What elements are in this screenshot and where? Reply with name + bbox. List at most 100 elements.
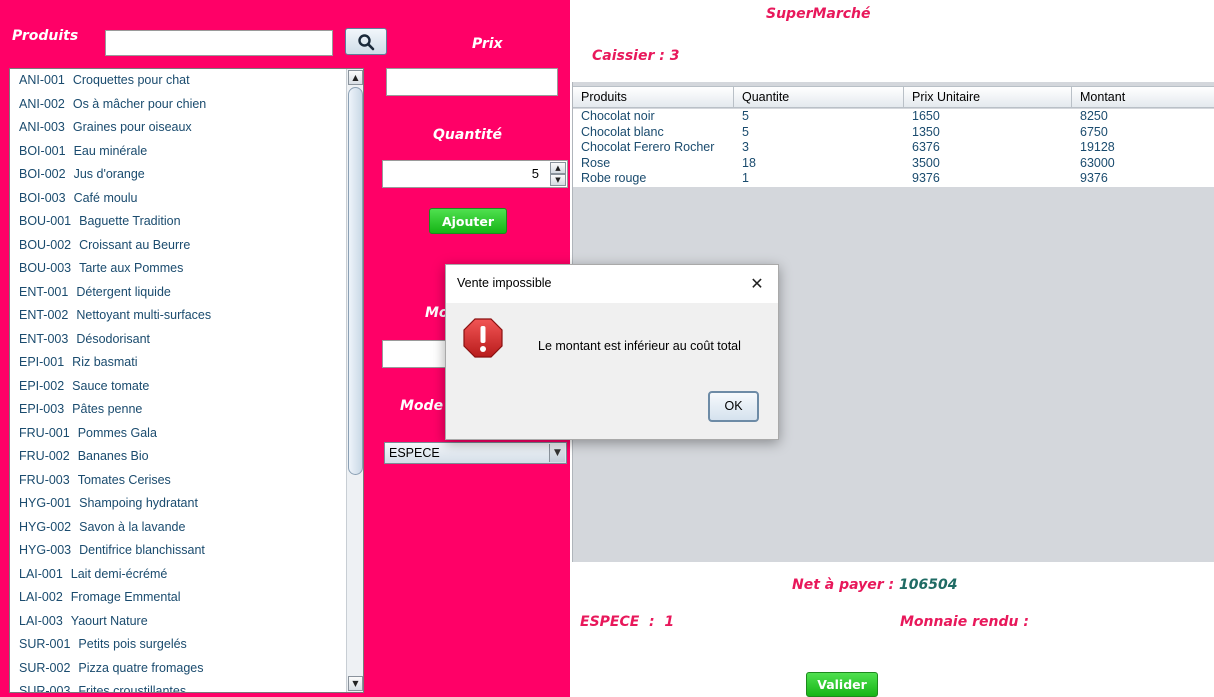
list-item[interactable]: FRU-003 Tomates Cerises: [10, 469, 347, 493]
product-code: BOI-001: [19, 143, 66, 158]
list-item[interactable]: ANI-001 Croquettes pour chat: [10, 69, 347, 93]
valider-button[interactable]: Valider: [806, 672, 878, 697]
list-item[interactable]: BOU-003 Tarte aux Pommes: [10, 257, 347, 281]
chevron-down-icon[interactable]: ▼: [549, 444, 565, 462]
product-code: BOU-001: [19, 214, 72, 228]
app-title: SuperMarché: [766, 6, 871, 22]
product-code: BOU-002: [19, 237, 72, 252]
produits-label: Produits: [12, 28, 79, 44]
product-code: HYG-003: [19, 543, 72, 557]
col-header-quantite[interactable]: Quantite: [734, 87, 904, 107]
list-item[interactable]: BOI-002 Jus d'orange: [10, 163, 347, 187]
cell-prix-unitaire: 1650: [912, 109, 940, 123]
caissier-label: Caissier : 3: [592, 48, 679, 64]
list-item[interactable]: ENT-002 Nettoyant multi-surfaces: [10, 304, 347, 328]
cell-quantite: 5: [742, 124, 749, 139]
table-row[interactable]: Chocolat Ferero Rocher 3 6376 19128: [573, 140, 1214, 156]
list-item[interactable]: FRU-002 Bananes Bio: [10, 445, 347, 469]
cell-montant: 6750: [1080, 124, 1108, 139]
prix-input[interactable]: [386, 68, 558, 96]
list-item[interactable]: LAI-003 Yaourt Nature: [10, 610, 347, 634]
table-row[interactable]: Rose 18 3500 63000: [573, 156, 1214, 172]
list-item[interactable]: SUR-003 Frites croustillantes: [10, 680, 347, 692]
mode-paiement-select[interactable]: ESPECE ▼: [384, 442, 567, 464]
scrollbar-thumb[interactable]: [348, 87, 363, 475]
cell-quantite: 3: [742, 140, 749, 154]
product-code: BOI-003: [19, 190, 66, 205]
cell-prix-unitaire: 1350: [912, 124, 940, 139]
product-name: Tomates Cerises: [77, 472, 171, 487]
dialog-titlebar[interactable]: Vente impossible ✕: [446, 265, 778, 303]
list-item[interactable]: HYG-003 Dentifrice blanchissant: [10, 539, 347, 563]
product-code: ENT-002: [19, 308, 69, 322]
cell-montant: 63000: [1080, 155, 1115, 170]
error-dialog: Vente impossible ✕ Le montant est inféri…: [445, 264, 779, 440]
product-name: Croquettes pour chat: [72, 73, 190, 87]
quantite-spinner[interactable]: 5 ▲ ▼: [382, 160, 568, 188]
list-item[interactable]: SUR-002 Pizza quatre fromages: [10, 657, 347, 681]
cell-montant: 19128: [1080, 140, 1115, 154]
col-header-prix-unitaire[interactable]: Prix Unitaire: [904, 87, 1072, 107]
espece-text: ESPECE : 1: [580, 614, 675, 630]
col-header-montant[interactable]: Montant: [1072, 87, 1214, 107]
search-button[interactable]: [345, 28, 387, 55]
product-name: Pommes Gala: [77, 425, 157, 440]
list-item[interactable]: ANI-003 Graines pour oiseaux: [10, 116, 347, 140]
product-name: Pâtes penne: [72, 402, 143, 416]
product-code: SUR-001: [19, 637, 71, 651]
product-name: Os à mâcher pour chien: [72, 96, 207, 111]
product-code: EPI-002: [19, 378, 65, 393]
list-item[interactable]: LAI-002 Fromage Emmental: [10, 586, 347, 610]
spinner-up-icon[interactable]: ▲: [550, 162, 566, 174]
product-code: LAI-003: [19, 613, 63, 628]
table-row[interactable]: Chocolat noir 5 1650 8250: [573, 109, 1214, 125]
col-header-produits[interactable]: Produits: [573, 87, 734, 107]
cell-produit: Robe rouge: [581, 171, 647, 185]
list-item[interactable]: EPI-002 Sauce tomate: [10, 375, 347, 399]
list-item[interactable]: BOU-002 Croissant au Beurre: [10, 234, 347, 258]
list-item[interactable]: ENT-001 Détergent liquide: [10, 281, 347, 305]
scroll-up-icon[interactable]: ▲: [348, 70, 363, 85]
prix-label: Prix: [472, 36, 503, 52]
product-name: Shampoing hydratant: [79, 496, 198, 510]
list-item[interactable]: BOI-003 Café moulu: [10, 187, 347, 211]
product-code: LAI-001: [19, 566, 63, 581]
list-item[interactable]: FRU-001 Pommes Gala: [10, 422, 347, 446]
product-code: LAI-002: [19, 590, 63, 604]
product-name: Pizza quatre fromages: [78, 660, 204, 675]
caissier-text: Caissier : 3: [592, 48, 680, 64]
close-icon[interactable]: ✕: [746, 273, 768, 295]
product-list[interactable]: ANI-001 Croquettes pour chat ANI-002 Os à m…: [9, 68, 364, 693]
error-icon: [463, 318, 503, 358]
table-header: Produits Quantite Prix Unitaire Montant: [573, 86, 1214, 108]
product-code: FRU-001: [19, 425, 70, 440]
scroll-down-icon[interactable]: ▼: [348, 676, 363, 691]
cell-produit: Rose: [581, 155, 611, 170]
product-list-scrollbar[interactable]: ▲ ▼: [346, 69, 363, 692]
list-item[interactable]: ENT-003 Désodorisant: [10, 328, 347, 352]
product-name: Sauce tomate: [72, 378, 150, 393]
product-name: Petits pois surgelés: [78, 637, 187, 651]
table-row[interactable]: Robe rouge 1 9376 9376: [573, 171, 1214, 187]
list-item[interactable]: LAI-001 Lait demi-écrémé: [10, 563, 347, 587]
product-search-input[interactable]: [105, 30, 333, 56]
list-item[interactable]: EPI-003 Pâtes penne: [10, 398, 347, 422]
product-name: Fromage Emmental: [70, 590, 181, 604]
list-item[interactable]: EPI-001 Riz basmati: [10, 351, 347, 375]
ajouter-button[interactable]: Ajouter: [429, 208, 507, 234]
list-item[interactable]: HYG-001 Shampoing hydratant: [10, 492, 347, 516]
product-name: Café moulu: [73, 190, 138, 205]
list-item[interactable]: HYG-002 Savon à la lavande: [10, 516, 347, 540]
dialog-title: Vente impossible: [457, 276, 552, 290]
search-icon: [358, 33, 375, 50]
spinner-down-icon[interactable]: ▼: [550, 174, 566, 186]
list-item[interactable]: BOI-001 Eau minérale: [10, 140, 347, 164]
ok-button[interactable]: OK: [708, 391, 759, 422]
list-item[interactable]: ANI-002 Os à mâcher pour chien: [10, 93, 347, 117]
quantite-value: 5: [531, 166, 539, 181]
table-row[interactable]: Chocolat blanc 5 1350 6750: [573, 125, 1214, 141]
list-item[interactable]: SUR-001 Petits pois surgelés: [10, 633, 347, 657]
cell-produit: Chocolat blanc: [581, 124, 664, 139]
list-item[interactable]: BOU-001 Baguette Tradition: [10, 210, 347, 234]
product-name: Eau minérale: [73, 143, 148, 158]
